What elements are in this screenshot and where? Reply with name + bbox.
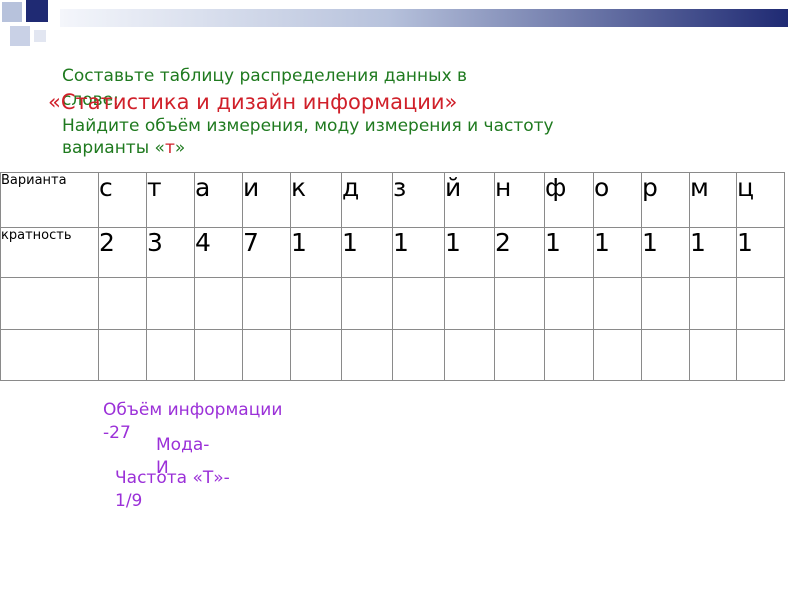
task-letter-t: т xyxy=(164,138,175,158)
empty-cell xyxy=(0,329,99,381)
empty-cell xyxy=(194,329,243,381)
variant-cell: й xyxy=(444,172,495,228)
variant-cell: м xyxy=(689,172,737,228)
answer-frequency-value: 1/9 xyxy=(115,491,143,511)
word-title: «Статистика и дизайн информации» xyxy=(48,90,458,114)
task-line-3: Найдите объём измерения, моду измерения … xyxy=(62,116,554,136)
empty-cell xyxy=(194,277,243,330)
multiplicity-cell: 1 xyxy=(593,227,642,278)
variant-cell: т xyxy=(146,172,195,228)
deco-square-2 xyxy=(26,0,48,22)
table-row-empty xyxy=(0,277,785,330)
empty-cell xyxy=(290,329,342,381)
empty-cell xyxy=(0,277,99,330)
empty-cell xyxy=(98,329,147,381)
variant-cell: и xyxy=(242,172,291,228)
multiplicity-cell: 4 xyxy=(194,227,243,278)
empty-cell xyxy=(146,329,195,381)
empty-cell xyxy=(736,329,785,381)
multiplicity-cell: 2 xyxy=(494,227,545,278)
task-line-4: варианты «т» xyxy=(62,140,185,157)
table-row-empty xyxy=(0,329,785,381)
multiplicity-cell: 3 xyxy=(146,227,195,278)
multiplicity-cell: 1 xyxy=(736,227,785,278)
empty-cell xyxy=(736,277,785,330)
multiplicity-cell: 2 xyxy=(98,227,147,278)
deco-square-4 xyxy=(34,30,46,42)
variant-cell: д xyxy=(341,172,393,228)
multiplicity-cell: 1 xyxy=(290,227,342,278)
variant-cell: з xyxy=(392,172,445,228)
multiplicity-cell: 1 xyxy=(641,227,690,278)
variant-cell: с xyxy=(98,172,147,228)
task-line-4-suffix: » xyxy=(174,138,186,158)
table-row-variants: Варианта с т а и к д з й н ф о р м ц xyxy=(0,172,785,228)
task-line-4-prefix: варианты « xyxy=(62,138,165,158)
empty-cell xyxy=(341,329,393,381)
empty-cell xyxy=(444,277,495,330)
empty-cell xyxy=(641,277,690,330)
multiplicity-cell: 1 xyxy=(544,227,594,278)
table-row-multiplicity: кратность 2 3 4 7 1 1 1 1 2 1 1 1 1 1 xyxy=(0,227,785,278)
variant-cell: к xyxy=(290,172,342,228)
multiplicity-cell: 1 xyxy=(444,227,495,278)
empty-cell xyxy=(444,329,495,381)
variant-cell: о xyxy=(593,172,642,228)
answer-volume-value: -27 xyxy=(103,423,131,443)
variant-cell: ц xyxy=(736,172,785,228)
empty-cell xyxy=(98,277,147,330)
empty-cell xyxy=(146,277,195,330)
deco-square-3 xyxy=(10,26,30,46)
row-label-multiplicity: кратность xyxy=(0,227,99,278)
empty-cell xyxy=(544,329,594,381)
empty-cell xyxy=(494,329,545,381)
empty-cell xyxy=(494,277,545,330)
variant-cell: а xyxy=(194,172,243,228)
task-line-1: Составьте таблицу распределения данных в xyxy=(62,66,468,86)
empty-cell xyxy=(290,277,342,330)
distribution-table: Варианта с т а и к д з й н ф о р м ц кра… xyxy=(0,172,785,381)
variant-cell: ф xyxy=(544,172,594,228)
empty-cell xyxy=(641,329,690,381)
empty-cell xyxy=(242,277,291,330)
empty-cell xyxy=(593,329,642,381)
answer-volume-label: Объём информации xyxy=(103,400,283,420)
header-gradient-bar xyxy=(60,9,788,27)
deco-square-1 xyxy=(2,2,22,22)
answer-frequency-label: Частота «Т»- xyxy=(115,468,230,488)
empty-cell xyxy=(689,329,737,381)
empty-cell xyxy=(392,277,445,330)
empty-cell xyxy=(544,277,594,330)
empty-cell xyxy=(392,329,445,381)
multiplicity-cell: 7 xyxy=(242,227,291,278)
answer-mode-label: Мода- xyxy=(156,435,210,455)
empty-cell xyxy=(593,277,642,330)
multiplicity-cell: 1 xyxy=(341,227,393,278)
variant-cell: н xyxy=(494,172,545,228)
empty-cell xyxy=(341,277,393,330)
empty-cell xyxy=(689,277,737,330)
multiplicity-cell: 1 xyxy=(392,227,445,278)
empty-cell xyxy=(242,329,291,381)
multiplicity-cell: 1 xyxy=(689,227,737,278)
row-label-variant: Варианта xyxy=(0,172,99,228)
variant-cell: р xyxy=(641,172,690,228)
